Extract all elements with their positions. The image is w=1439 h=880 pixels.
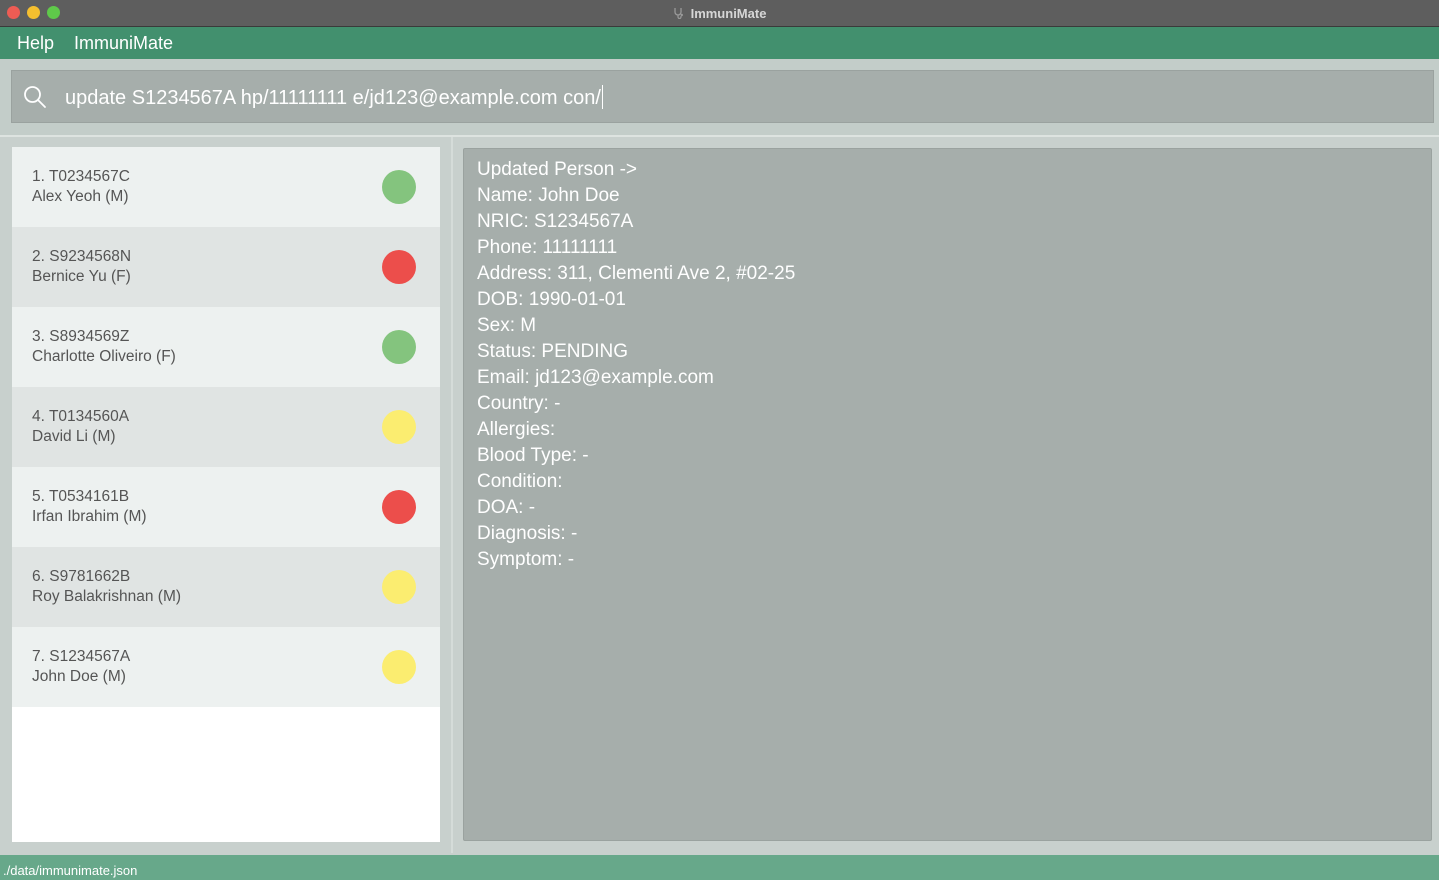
text-caret — [601, 85, 603, 109]
person-id-line: 5. T0534161B — [32, 488, 129, 506]
result-line: Updated Person -> — [477, 159, 638, 180]
person-id-line: 4. T0134560A — [32, 408, 129, 426]
result-line: Symptom: - — [477, 549, 575, 570]
person-id-line: 7. S1234567A — [32, 648, 130, 666]
result-line: Address: 311, Clementi Ave 2, #02-25 — [477, 263, 796, 284]
person-name: Bernice Yu (F) — [32, 268, 131, 285]
window-title: ImmuniMate — [690, 5, 767, 21]
person-id-line: 6. S9781662B — [32, 568, 130, 586]
person-nric: T0134560A — [48, 408, 130, 425]
person-id-line: 1. T0234567C — [32, 168, 130, 186]
split-pane-divider[interactable] — [451, 137, 453, 853]
result-line: Status: PENDING — [477, 341, 628, 362]
status-indicator — [382, 490, 416, 524]
person-card[interactable]: 2. S9234568N Bernice Yu (F) — [12, 227, 440, 307]
person-nric: S8934569Z — [49, 328, 130, 345]
person-id-line: 3. S8934569Z — [32, 328, 129, 346]
save-location: ./data/immunimate.json — [3, 863, 138, 878]
command-input[interactable]: update S1234567A hp/11111111 e/jd123@exa… — [11, 70, 1434, 123]
person-card[interactable]: 1. T0234567C Alex Yeoh (M) — [12, 147, 440, 227]
result-line: Allergies: — [477, 419, 556, 440]
person-index: 6. — [32, 568, 45, 585]
result-line: Country: - — [477, 393, 561, 414]
result-line: Condition: — [477, 471, 563, 492]
result-line: Name: John Doe — [477, 185, 620, 206]
person-id-line: 2. S9234568N — [32, 248, 131, 266]
status-indicator — [382, 410, 416, 444]
result-line: Blood Type: - — [477, 445, 589, 466]
person-card[interactable]: 6. S9781662B Roy Balakrishnan (M) — [12, 547, 440, 627]
status-indicator — [382, 330, 416, 364]
status-indicator — [382, 250, 416, 284]
result-line: Diagnosis: - — [477, 523, 578, 544]
status-indicator — [382, 650, 416, 684]
person-index: 5. — [32, 488, 45, 505]
command-text: update S1234567A hp/11111111 e/jd123@exa… — [65, 85, 603, 110]
person-nric: T0234567C — [48, 168, 130, 185]
result-line: DOB: 1990-01-01 — [477, 289, 626, 310]
person-index: 3. — [32, 328, 45, 345]
command-value: update S1234567A hp/11111111 e/jd123@exa… — [65, 87, 601, 109]
person-card[interactable]: 7. S1234567A John Doe (M) — [12, 627, 440, 707]
menu-immunimate[interactable]: ImmuniMate — [74, 33, 173, 54]
person-index: 4. — [32, 408, 45, 425]
person-card[interactable]: 4. T0134560A David Li (M) — [12, 387, 440, 467]
person-name: Roy Balakrishnan (M) — [32, 588, 182, 605]
status-indicator — [382, 570, 416, 604]
person-card[interactable]: 3. S8934569Z Charlotte Oliveiro (F) — [12, 307, 440, 387]
command-separator — [0, 135, 1439, 137]
result-line: DOA: - — [477, 497, 536, 518]
person-name: Irfan Ibrahim (M) — [32, 508, 147, 525]
person-index: 2. — [32, 248, 45, 265]
result-display: Updated Person -> Name: John Doe NRIC: S… — [463, 148, 1432, 841]
menu-bar: Help ImmuniMate — [0, 27, 1439, 59]
person-index: 7. — [32, 648, 45, 665]
title-bar: ImmuniMate — [0, 0, 1439, 27]
status-bar: ./data/immunimate.json — [0, 855, 1439, 880]
person-name: Alex Yeoh (M) — [32, 188, 129, 205]
status-indicator — [382, 170, 416, 204]
person-nric: S9234568N — [49, 248, 132, 265]
person-list[interactable]: 1. T0234567C Alex Yeoh (M) 2. S9234568N … — [12, 147, 440, 842]
menu-help[interactable]: Help — [17, 33, 54, 54]
person-index: 1. — [32, 168, 45, 185]
stethoscope-icon — [673, 8, 683, 19]
result-line: NRIC: S1234567A — [477, 211, 634, 232]
person-name: John Doe (M) — [32, 668, 126, 685]
person-name: David Li (M) — [32, 428, 116, 445]
result-line: Phone: 11111111 — [477, 237, 618, 258]
person-nric: S1234567A — [49, 648, 131, 665]
result-text: Updated Person -> Name: John Doe NRIC: S… — [477, 157, 795, 573]
command-area: update S1234567A hp/11111111 e/jd123@exa… — [0, 59, 1439, 135]
window-title-group: ImmuniMate — [0, 0, 1439, 26]
person-name: Charlotte Oliveiro (F) — [32, 348, 176, 365]
result-line: Email: jd123@example.com — [477, 367, 714, 388]
result-line: Sex: M — [477, 315, 537, 336]
person-card[interactable]: 5. T0534161B Irfan Ibrahim (M) — [12, 467, 440, 547]
person-nric: S9781662B — [49, 568, 131, 585]
person-nric: T0534161B — [48, 488, 130, 505]
search-icon — [24, 86, 46, 108]
